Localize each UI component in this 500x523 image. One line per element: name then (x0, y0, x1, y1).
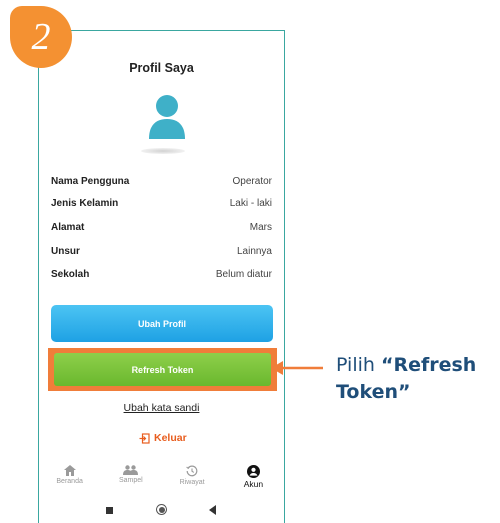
field-label: Jenis Kelamin (51, 198, 119, 209)
home-button-icon[interactable] (156, 504, 167, 515)
edit-profile-button[interactable]: Ubah Profil (51, 305, 273, 342)
bottom-nav: Beranda Sampel Riwayat Akun (39, 465, 284, 497)
info-row-username: Nama Pengguna Operator (51, 176, 272, 192)
callout-prefix: Pilih (336, 354, 381, 376)
instruction-callout: Pilih “Refresh Token” (336, 352, 496, 406)
avatar-icon (149, 95, 185, 139)
nav-item-akun[interactable]: Akun (223, 465, 284, 497)
nav-label: Beranda (56, 478, 83, 485)
field-label: Alamat (51, 222, 85, 233)
nav-label: Sampel (119, 477, 143, 484)
info-row-gender: Jenis Kelamin Laki - laki (51, 198, 272, 214)
system-nav-bar (39, 503, 284, 519)
field-label: Sekolah (51, 269, 90, 280)
field-value: Belum diatur (215, 269, 272, 280)
nav-item-beranda[interactable]: Beranda (39, 465, 100, 497)
pointer-arrow-icon (271, 361, 323, 375)
phone-screen: Profil Saya Nama Pengguna Operator Jenis… (38, 30, 285, 523)
nav-label: Riwayat (179, 479, 205, 486)
field-value: Mars (249, 222, 272, 233)
recent-apps-icon[interactable] (106, 507, 113, 514)
field-value: Operator (232, 176, 272, 187)
page-title: Profil Saya (129, 61, 194, 75)
people-icon (123, 465, 139, 475)
step-number: 2 (31, 16, 51, 58)
history-icon (186, 465, 198, 477)
home-icon (63, 465, 76, 476)
info-row-school: Sekolah Belum diatur (51, 269, 272, 285)
nav-item-sampel[interactable]: Sampel (100, 465, 161, 497)
avatar-shadow (141, 148, 185, 154)
change-password-link[interactable]: Ubah kata sandi (39, 402, 284, 414)
back-icon[interactable] (209, 505, 216, 515)
logout-icon (139, 432, 150, 444)
field-value: Laki - laki (229, 198, 272, 209)
field-label: Nama Pengguna (51, 176, 130, 187)
field-label: Unsur (51, 246, 80, 257)
info-row-address: Alamat Mars (51, 222, 272, 238)
logout-button[interactable]: Keluar (139, 432, 187, 444)
logout-label: Keluar (154, 432, 187, 444)
step-badge: 2 (10, 6, 72, 68)
account-icon (246, 465, 260, 478)
nav-item-riwayat[interactable]: Riwayat (162, 465, 223, 497)
refresh-token-button[interactable]: Refresh Token (54, 353, 271, 386)
field-value: Lainnya (236, 246, 272, 257)
info-row-unsur: Unsur Lainnya (51, 246, 272, 262)
nav-label: Akun (243, 479, 264, 489)
